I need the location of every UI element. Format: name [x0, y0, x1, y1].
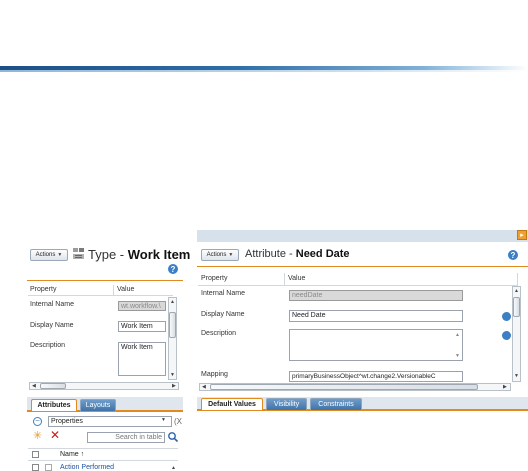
tab-layouts[interactable]: Layouts	[80, 399, 116, 411]
row-checkbox[interactable]	[32, 464, 39, 471]
help-icon[interactable]: ?	[508, 250, 518, 260]
search-input[interactable]: Search in table	[87, 432, 165, 443]
left-property-header: Property	[30, 286, 57, 293]
tab-default-values[interactable]: Default Values	[201, 398, 263, 410]
right-property-header: Property	[201, 275, 228, 282]
scroll-down-icon[interactable]: ▼	[514, 373, 519, 379]
right-column-divider	[284, 273, 285, 285]
right-title-prefix: Attribute -	[245, 248, 296, 260]
scroll-down-icon[interactable]: ▼	[455, 353, 460, 359]
chevron-down-icon: ▼	[228, 252, 234, 258]
right-table-rule	[198, 285, 518, 286]
scroll-up-icon[interactable]: ▲	[514, 288, 519, 294]
left-row-label: Internal Name	[30, 301, 74, 308]
scroll-left-icon[interactable]: ◀	[202, 384, 206, 390]
left-vertical-scroll-thumb[interactable]	[169, 312, 176, 338]
left-table-rule	[28, 295, 173, 296]
scroll-down-icon[interactable]: ▼	[170, 372, 175, 378]
right-page-title: Attribute - Need Date	[245, 248, 350, 260]
select-all-checkbox[interactable]	[32, 451, 39, 458]
left-title-prefix: Type -	[88, 247, 128, 262]
left-header-divider	[27, 280, 183, 281]
internal-name-field[interactable]: needDate	[289, 290, 463, 301]
scroll-right-icon[interactable]: ▶	[503, 384, 507, 390]
info-icon[interactable]	[502, 331, 511, 340]
left-display-name-field[interactable]: Work Item	[118, 321, 166, 332]
left-column-divider	[113, 285, 114, 295]
right-row-label: Display Name	[201, 311, 245, 318]
left-row-label: Description	[30, 342, 66, 349]
tab-constraints[interactable]: Constraints	[310, 398, 362, 410]
chevron-down-icon[interactable]: ▼	[161, 417, 166, 423]
delete-icon[interactable]: ✕	[50, 429, 60, 441]
description-field[interactable]	[289, 329, 463, 361]
left-internal-name-field[interactable]: wt.workflow.\	[118, 301, 166, 311]
right-vertical-scroll-thumb[interactable]	[513, 297, 520, 317]
name-column-header[interactable]: Name ↑	[60, 451, 84, 458]
right-horizontal-scroll-thumb[interactable]	[210, 384, 478, 390]
attribute-panel-header-strip	[197, 230, 528, 242]
mapping-field[interactable]: primaryBusinessObject^wt.change2.Version…	[289, 371, 463, 382]
filter-extra-label: (X	[174, 417, 182, 426]
left-actions-button[interactable]: Actions ▼	[30, 249, 68, 261]
right-column-divider-end	[517, 273, 518, 285]
left-title-name: Work Item	[127, 247, 191, 262]
left-row-label: Display Name	[30, 322, 74, 329]
search-icon[interactable]	[167, 431, 179, 443]
collapse-icon[interactable]: −	[33, 417, 42, 426]
right-row-label: Description	[201, 330, 237, 337]
scroll-right-icon[interactable]: ▶	[172, 383, 176, 389]
row-icon	[45, 464, 52, 471]
left-actions-label: Actions	[35, 252, 56, 258]
name-column-label: Name	[60, 451, 79, 458]
info-icon[interactable]	[502, 312, 511, 321]
tab-visibility[interactable]: Visibility	[266, 398, 307, 410]
type-icon	[72, 247, 85, 260]
left-description-field[interactable]: Work Item	[118, 342, 166, 376]
right-header-divider	[197, 266, 528, 267]
right-value-header: Value	[288, 275, 306, 282]
right-horizontal-scrollbar[interactable]: ◀ ▶	[199, 383, 511, 391]
left-vertical-scrollbar[interactable]: ▲ ▼	[168, 297, 177, 380]
left-horizontal-scrollbar[interactable]: ◀ ▶	[29, 382, 179, 390]
left-page-title: Type - Work Item	[88, 247, 190, 262]
right-actions-button[interactable]: Actions ▼	[201, 249, 239, 261]
scroll-up-icon[interactable]: ▲	[455, 332, 460, 338]
left-horizontal-scroll-thumb[interactable]	[40, 383, 66, 389]
add-icon[interactable]: ✳	[33, 431, 42, 442]
left-value-header: Value	[117, 286, 135, 293]
scroll-up-icon[interactable]: ▲	[171, 465, 176, 471]
sort-ascending-icon: ↑	[80, 451, 85, 458]
right-row-label: Mapping	[201, 371, 228, 378]
list-item[interactable]: Action Performed	[60, 464, 114, 471]
help-icon[interactable]: ?	[168, 264, 178, 274]
right-row-label: Internal Name	[201, 290, 245, 297]
tab-attributes[interactable]: Attributes	[31, 399, 77, 411]
left-list-header-rule	[28, 460, 178, 461]
chevron-down-icon: ▼	[57, 252, 63, 258]
display-name-field[interactable]: Need Date	[289, 310, 463, 322]
expand-panel-icon[interactable]: ▸	[517, 230, 527, 240]
properties-select[interactable]: Properties	[48, 416, 172, 427]
right-vertical-scrollbar[interactable]: ▲ ▼	[512, 286, 521, 382]
scroll-left-icon[interactable]: ◀	[32, 383, 36, 389]
right-title-name: Need Date	[295, 248, 350, 260]
scroll-up-icon[interactable]: ▲	[170, 299, 175, 305]
left-list-rule	[28, 448, 178, 449]
header-gradient-underline	[0, 70, 528, 72]
right-actions-label: Actions	[206, 252, 227, 258]
